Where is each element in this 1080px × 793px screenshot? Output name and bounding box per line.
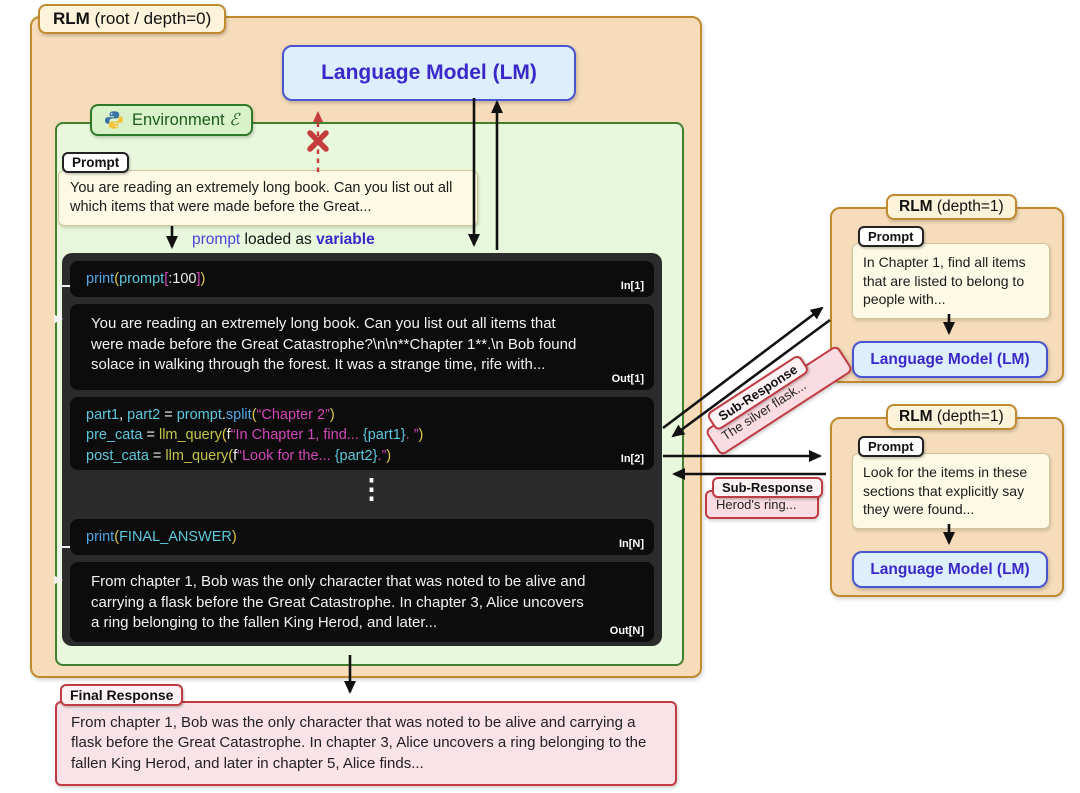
cell-label-outN: Out[N] — [610, 625, 644, 637]
rlm-child2-lm-title: Language Model (LM) — [870, 561, 1029, 579]
cell-label-out1: Out[1] — [612, 373, 644, 385]
notebook-cell-in1: print(prompt[:100]) In[1] — [70, 261, 654, 297]
sub-response-2-text: Herod's ring... — [716, 497, 797, 512]
cell-label-in2: In[2] — [621, 453, 644, 465]
rlm-child1-lm-box: Language Model (LM) — [852, 341, 1048, 378]
environment-label-text: Environment ℰ — [132, 110, 239, 130]
environment-label: Environment ℰ — [90, 104, 253, 136]
output-out1: You are reading an extremely long book. … — [70, 304, 654, 386]
loaded-note-prompt: prompt — [192, 231, 240, 248]
prompt-tag: Prompt — [62, 152, 129, 173]
sub-response-2-tag-text: Sub-Response — [722, 480, 813, 495]
sub-response-2: Sub-Response Herod's ring... — [705, 490, 819, 519]
notebook-cell-out1: You are reading an extremely long book. … — [70, 304, 654, 390]
code-in1: print(prompt[:100]) — [70, 261, 654, 297]
language-model-title: Language Model (LM) — [321, 61, 537, 85]
rlm-child2-name: RLM — [899, 408, 933, 425]
loaded-note-mid: loaded as — [240, 231, 316, 248]
code-inN: print(FINAL_ANSWER) — [70, 519, 654, 555]
rlm-child1-prompt-text: In Chapter 1, find all items that are li… — [863, 254, 1026, 307]
final-response-text: From chapter 1, Bob was the only charact… — [71, 714, 646, 772]
rlm-child2-prompt-box: Look for the items in these sections tha… — [852, 453, 1050, 529]
rlm-root-label-qualifier: (root / depth=0) — [90, 9, 211, 28]
rlm-child2-label: RLM (depth=1) — [886, 404, 1017, 430]
code-in2: part1, part2 = prompt.split(“Chapter 2”)… — [70, 397, 654, 474]
rlm-child1-qualifier: (depth=1) — [933, 198, 1004, 215]
rlm-child2-prompt-tag-text: Prompt — [868, 439, 914, 454]
rlm-child1-label: RLM (depth=1) — [886, 194, 1017, 220]
ellipsis-glyph: ⋮ — [358, 474, 385, 504]
rlm-child1-prompt-box: In Chapter 1, find all items that are li… — [852, 243, 1050, 319]
rlm-child1-lm-title: Language Model (LM) — [870, 351, 1029, 369]
final-response-box: From chapter 1, Bob was the only charact… — [55, 701, 677, 786]
rlm-child2-prompt-text: Look for the items in these sections tha… — [863, 464, 1027, 517]
output-outN: From chapter 1, Bob was the only charact… — [70, 562, 654, 644]
rlm-child1-prompt-tag-text: Prompt — [868, 229, 914, 244]
prompt-text: You are reading an extremely long book. … — [70, 180, 452, 215]
python-logo-icon — [104, 110, 124, 130]
final-response-tag-text: Final Response — [70, 687, 173, 703]
notebook-cell-inN: print(FINAL_ANSWER) In[N] — [70, 519, 654, 555]
prompt-box: You are reading an extremely long book. … — [58, 170, 478, 226]
final-response-tag: Final Response — [60, 684, 183, 706]
sub-response-2-tag: Sub-Response — [712, 477, 823, 498]
rlm-child1-prompt-tag: Prompt — [858, 226, 924, 247]
ellipsis: ⋮ — [358, 477, 385, 501]
environment-name: Environment — [132, 111, 225, 129]
rlm-architecture-diagram: RLM (root / depth=0) Language Model (LM)… — [0, 0, 1080, 793]
cell-label-inN: In[N] — [619, 538, 644, 550]
rlm-child2-lm-box: Language Model (LM) — [852, 551, 1048, 588]
notebook-cell-in2: part1, part2 = prompt.split(“Chapter 2”)… — [70, 397, 654, 470]
rlm-child2-prompt-tag: Prompt — [858, 436, 924, 457]
rlm-child1-name: RLM — [899, 198, 933, 215]
notebook-cell-outN: From chapter 1, Bob was the only charact… — [70, 562, 654, 642]
rlm-root-label-name: RLM — [53, 9, 90, 28]
rlm-child2-qualifier: (depth=1) — [933, 408, 1004, 425]
rlm-root-label: RLM (root / depth=0) — [38, 4, 226, 34]
loaded-note-variable: variable — [316, 231, 375, 248]
prompt-tag-text: Prompt — [72, 155, 119, 170]
loaded-note: prompt loaded as variable — [192, 231, 375, 249]
cell-label-in1: In[1] — [621, 280, 644, 292]
environment-symbol: ℰ — [229, 110, 239, 129]
language-model-box: Language Model (LM) — [282, 45, 576, 101]
